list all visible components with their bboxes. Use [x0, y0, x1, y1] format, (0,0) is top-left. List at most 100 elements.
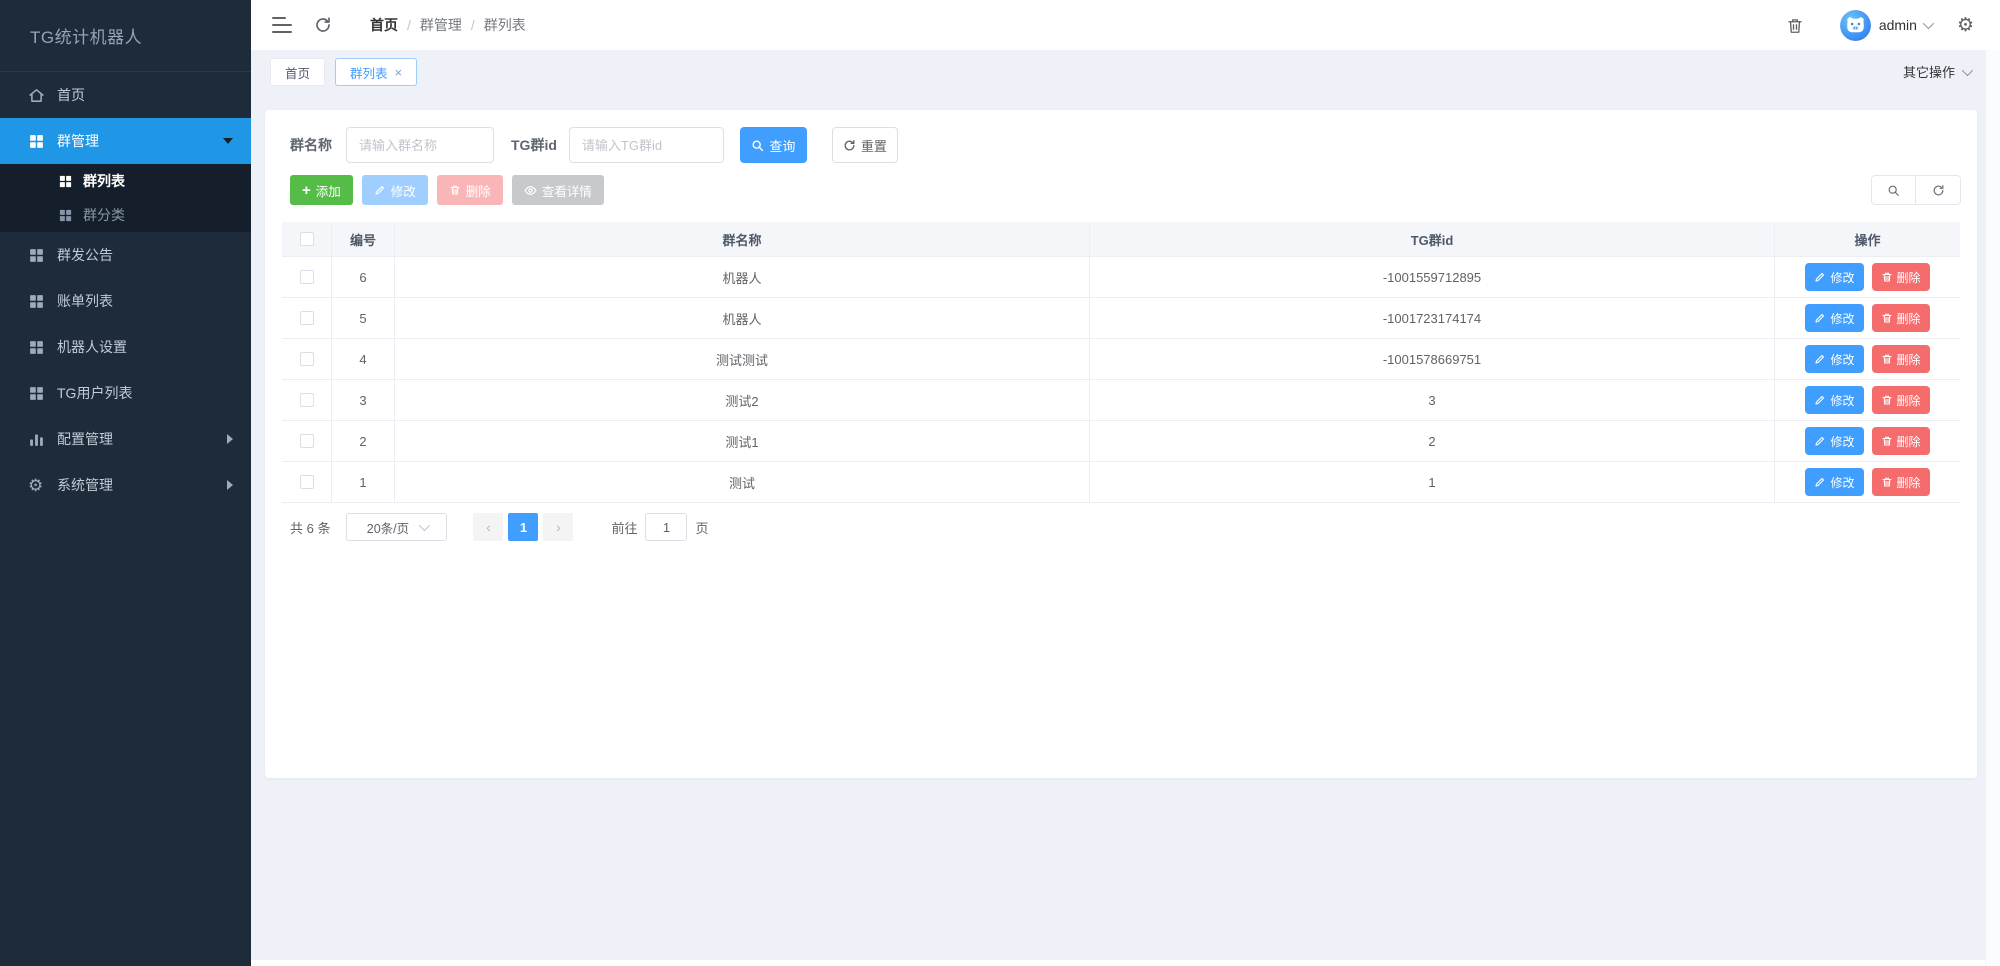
grid-icon — [30, 134, 43, 148]
trash-icon — [1881, 436, 1892, 446]
goto-page-input[interactable] — [645, 513, 688, 541]
select-all-checkbox[interactable] — [299, 232, 314, 246]
table-header: 编号 群名称 TG群id 操作 — [282, 222, 1960, 256]
refresh-icon[interactable] — [314, 16, 332, 34]
row-checkbox[interactable] — [299, 311, 314, 325]
row-tg-group-id: -1001723174174 — [1090, 298, 1775, 338]
more-actions-dropdown[interactable]: 其它操作 — [1903, 62, 1974, 81]
plus-icon: + — [302, 181, 311, 199]
reset-button[interactable]: 重置 — [831, 127, 898, 163]
horizontal-scrollbar[interactable] — [251, 960, 1985, 966]
grid-icon — [30, 248, 43, 262]
page-unit-label: 页 — [695, 520, 709, 536]
prev-page-button[interactable]: ‹ — [473, 513, 504, 541]
pagination: 共 6 条 20条/页 ‹ 1 › 前往 页 — [290, 513, 709, 541]
tg-group-id-input[interactable] — [568, 127, 724, 163]
refresh-table-button[interactable] — [1916, 175, 1961, 205]
breadcrumb-separator: / — [470, 17, 475, 33]
user-menu[interactable]: admin — [1878, 17, 1935, 33]
table-row: 5 机器人 -1001723174174 修改 删除 — [282, 297, 1960, 338]
row-edit-label: 修改 — [1830, 475, 1855, 490]
next-page-button[interactable]: › — [543, 513, 574, 541]
row-delete-button[interactable]: 删除 — [1871, 263, 1930, 291]
chevron-down-icon — [1922, 17, 1935, 30]
goto-label: 前往 — [611, 520, 638, 536]
vertical-scrollbar[interactable] — [1985, 50, 2000, 966]
username: admin — [1878, 17, 1917, 33]
sidebar-subitem-group-category[interactable]: 群分类 — [0, 198, 251, 232]
sidebar-item-tg-user-list[interactable]: TG用户列表 — [0, 370, 251, 416]
row-edit-button[interactable]: 修改 — [1805, 468, 1864, 496]
settings-gear-icon[interactable]: ⚙ — [1957, 16, 1974, 35]
view-detail-button[interactable]: 查看详情 — [511, 175, 604, 205]
row-edit-label: 修改 — [1830, 270, 1855, 285]
gear-icon: ⚙ — [28, 475, 44, 495]
edit-button[interactable]: 修改 — [361, 175, 428, 205]
pencil-icon — [1815, 436, 1825, 446]
grid-icon — [59, 175, 72, 187]
row-edit-button[interactable]: 修改 — [1805, 345, 1864, 373]
sidebar-item-robot-settings[interactable]: 机器人设置 — [0, 324, 251, 370]
grid-icon — [30, 294, 43, 308]
chevron-down-icon — [1961, 64, 1974, 76]
search-button-label: 查询 — [769, 138, 796, 154]
page-size-label: 20条/页 — [366, 521, 410, 536]
row-id: 2 — [332, 421, 395, 461]
row-delete-button[interactable]: 删除 — [1871, 304, 1930, 332]
row-checkbox[interactable] — [299, 434, 314, 448]
show-search-button[interactable] — [1871, 175, 1916, 205]
sidebar-item-home[interactable]: 首页 — [0, 72, 251, 118]
tab-strip: 首页 群列表 × 其它操作 — [251, 50, 2000, 110]
add-button[interactable]: + 添加 — [290, 175, 353, 205]
row-delete-button[interactable]: 删除 — [1871, 468, 1930, 496]
sidebar-submenu: 群列表 群分类 — [0, 164, 251, 232]
group-name-input[interactable] — [346, 127, 494, 163]
pencil-icon — [1815, 395, 1825, 405]
breadcrumb-home[interactable]: 首页 — [370, 15, 398, 35]
row-delete-button[interactable]: 删除 — [1871, 345, 1930, 373]
sidebar-item-group-manage[interactable]: 群管理 — [0, 118, 251, 164]
page-number-current[interactable]: 1 — [508, 513, 539, 541]
row-checkbox[interactable] — [299, 270, 314, 284]
row-checkbox[interactable] — [299, 393, 314, 407]
sidebar-item-label: 系统管理 — [57, 477, 113, 493]
close-icon[interactable]: × — [395, 66, 403, 79]
table-row: 4 测试测试 -1001578669751 修改 删除 — [282, 338, 1960, 379]
breadcrumb-separator: / — [407, 17, 411, 33]
caret-right-icon — [227, 480, 233, 490]
tab-group-list[interactable]: 群列表 × — [335, 58, 418, 86]
row-delete-button[interactable]: 删除 — [1871, 386, 1930, 414]
table-tools — [1871, 175, 1961, 205]
tab-home[interactable]: 首页 — [270, 58, 326, 86]
row-edit-button[interactable]: 修改 — [1805, 304, 1864, 332]
column-header-tgid: TG群id — [1090, 222, 1775, 256]
search-button[interactable]: 查询 — [739, 127, 807, 163]
delete-button[interactable]: 删除 — [436, 175, 503, 205]
trash-icon[interactable] — [1786, 16, 1804, 35]
row-tg-group-id: 2 — [1090, 421, 1775, 461]
sidebar-subitem-group-list[interactable]: 群列表 — [0, 164, 251, 198]
row-edit-button[interactable]: 修改 — [1805, 386, 1864, 414]
caret-right-icon — [227, 434, 233, 444]
sidebar-item-system-manage[interactable]: ⚙ 系统管理 — [0, 462, 251, 508]
trash-icon — [1881, 395, 1892, 405]
row-checkbox[interactable] — [299, 475, 314, 489]
row-delete-button[interactable]: 删除 — [1871, 427, 1930, 455]
row-delete-label: 删除 — [1896, 434, 1921, 449]
avatar[interactable] — [1839, 9, 1871, 41]
row-edit-button[interactable]: 修改 — [1805, 427, 1864, 455]
sidebar-item-label: 群管理 — [57, 133, 99, 149]
tab-label: 群列表 — [350, 66, 388, 81]
row-id: 1 — [332, 462, 395, 502]
row-id: 6 — [332, 257, 395, 297]
row-checkbox[interactable] — [299, 352, 314, 366]
row-tg-group-id: -1001578669751 — [1090, 339, 1775, 379]
sidebar-item-config-manage[interactable]: 配置管理 — [0, 416, 251, 462]
menu-collapse-icon[interactable] — [272, 17, 292, 33]
row-edit-button[interactable]: 修改 — [1805, 263, 1864, 291]
row-tg-group-id: -1001559712895 — [1090, 257, 1775, 297]
sidebar: TG统计机器人 首页 群管理 群列表 群分类 群发公告 账单列表 机器人设置 T… — [0, 0, 251, 966]
page-size-select[interactable]: 20条/页 — [346, 513, 448, 541]
sidebar-item-announcement[interactable]: 群发公告 — [0, 232, 251, 278]
sidebar-item-bill-list[interactable]: 账单列表 — [0, 278, 251, 324]
